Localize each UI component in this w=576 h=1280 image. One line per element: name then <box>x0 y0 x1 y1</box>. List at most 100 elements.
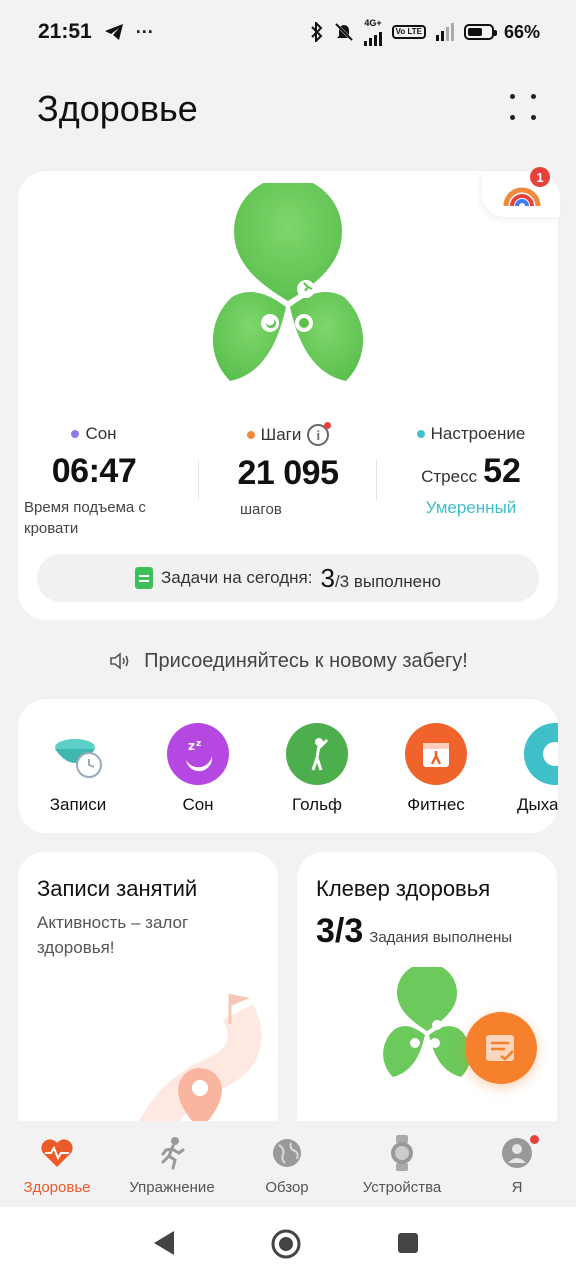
activity-records-card[interactable]: Записи занятий Активность – залог здоров… <box>18 852 278 1142</box>
steps-label: Шаги <box>260 425 302 444</box>
network-type: 4G+ <box>364 17 382 28</box>
records-desc: Активность – залог здоровья! <box>37 913 189 957</box>
nav-label: Упражнение <box>129 1179 215 1196</box>
announcement-text: Присоединяйтесь к новому забегу! <box>144 649 468 672</box>
tasks-prefix: Задачи на сегодня: <box>161 568 313 587</box>
shortcut-label: Записи <box>49 795 107 814</box>
profile-badge <box>530 1135 539 1144</box>
system-nav-bar <box>0 1207 576 1280</box>
notification-badge: 1 <box>530 167 550 187</box>
status-right: 4G+ Vo LTE 66% <box>310 17 540 46</box>
rainbow-badge-button[interactable]: 1 <box>482 167 560 217</box>
stress-value: 52 <box>483 452 521 490</box>
nav-label: Здоровье <box>23 1179 91 1196</box>
nav-me[interactable]: Я <box>462 1133 572 1196</box>
status-bar: 21:51 ··· 4G+ Vo LTE 66% <box>0 0 576 64</box>
speaker-icon <box>110 652 129 670</box>
bluetooth-icon <box>310 22 323 42</box>
shortcut-records[interactable]: Записи <box>28 723 128 815</box>
battery-icon <box>463 24 497 40</box>
golf-icon <box>286 723 348 785</box>
sleep-label: Сон <box>85 424 117 443</box>
route-map-illustration <box>132 994 262 1142</box>
globe-icon <box>232 1133 342 1173</box>
status-time: 21:51 <box>38 20 92 43</box>
runner-icon <box>117 1133 227 1173</box>
mood-dot <box>416 430 425 438</box>
nav-health[interactable]: Здоровье <box>2 1133 112 1196</box>
heart-pulse-icon <box>2 1133 112 1173</box>
shortcuts-row: Записи zz Сон Гольф Фитнес Дыха <box>18 699 558 833</box>
header: Здоровье <box>0 80 576 140</box>
nav-discover[interactable]: Обзор <box>232 1133 342 1196</box>
steps-dot <box>246 431 255 439</box>
signal-bars-icon <box>363 28 382 46</box>
divider <box>198 460 199 500</box>
nav-label: Устройства <box>362 1179 442 1196</box>
home-icon[interactable] <box>270 1228 302 1260</box>
nav-devices[interactable]: Устройства <box>347 1133 457 1196</box>
stress-prefix: Стресс <box>421 467 478 486</box>
bottom-nav: Здоровье Упражнение Обзор Устройства Я <box>0 1121 576 1207</box>
watch-icon <box>347 1133 457 1173</box>
info-icon[interactable]: i <box>307 422 332 446</box>
shortcut-label: Сон <box>182 795 214 814</box>
stress-level: Умеренный <box>425 498 517 517</box>
tasks-suffix: /3 выполнено <box>334 571 441 591</box>
shortcut-label: Фитнес <box>407 795 465 814</box>
report-fab-button[interactable] <box>465 1012 537 1084</box>
document-icon <box>135 567 153 589</box>
sleep-value: 06:47 <box>51 452 137 490</box>
metrics-row: Сон 06:47 Время подъема с кровати Шаги i … <box>18 422 558 537</box>
sleep-sub: Время подъема с кровати <box>24 499 146 537</box>
health-clover-card[interactable]: Клевер здоровья 3/3 Задания выполнены <box>297 852 557 1142</box>
battery-percent: 66% <box>503 21 540 42</box>
shortcut-golf[interactable]: Гольф <box>267 723 367 815</box>
announcement-banner[interactable]: Присоединяйтесь к новому забегу! <box>0 646 576 676</box>
page-title: Здоровье <box>37 88 198 129</box>
clover-title: Клевер здоровья <box>316 876 491 901</box>
tasks-done: 3 <box>320 562 335 593</box>
metric-mood[interactable]: Настроение Стресс 52 Умеренный <box>396 424 546 518</box>
status-left: 21:51 ··· <box>38 20 154 44</box>
telegram-icon <box>104 24 123 40</box>
shortcut-fitness[interactable]: Фитнес <box>386 723 486 815</box>
clover-count: 3/3 <box>316 912 364 950</box>
fitness-calendar-icon <box>405 723 467 785</box>
nav-label: Я <box>511 1179 523 1196</box>
nav-label: Обзор <box>265 1179 309 1196</box>
signal-4g: 4G+ <box>363 17 382 46</box>
clover-leaf-mood <box>290 292 364 381</box>
smile-small-icon <box>299 318 309 328</box>
back-icon[interactable] <box>150 1228 178 1258</box>
more-notifications-icon: ··· <box>135 21 154 42</box>
records-title: Записи занятий <box>37 876 198 901</box>
svg-text:z: z <box>196 739 201 749</box>
svg-text:z: z <box>188 739 195 753</box>
clover-leaf-steps <box>234 183 342 301</box>
nav-exercise[interactable]: Упражнение <box>117 1133 227 1196</box>
breath-icon <box>524 723 558 785</box>
moon-sleep-icon: zz <box>167 723 229 785</box>
recents-icon[interactable] <box>396 1231 420 1255</box>
menu-dots-icon[interactable] <box>510 94 538 122</box>
report-doc-icon <box>486 1035 514 1061</box>
clover-leaf-sleep <box>212 292 286 381</box>
shortcut-label: Дыха <box>517 795 558 814</box>
mood-label: Настроение <box>430 424 526 443</box>
bowl-clock-icon <box>47 723 109 785</box>
health-clover-graphic[interactable] <box>168 183 408 403</box>
today-tasks-bar[interactable]: Задачи на сегодня: 3/3 выполнено <box>37 554 539 602</box>
signal-bars-2-icon <box>435 23 454 41</box>
metric-sleep[interactable]: Сон 06:47 Время подъема с кровати <box>24 424 194 539</box>
sleep-dot <box>71 430 80 438</box>
volte-icon: Vo LTE <box>391 25 426 39</box>
steps-sub: шагов <box>240 501 282 518</box>
metric-steps[interactable]: Шаги i 21 095 шагов <box>218 422 378 520</box>
shortcut-sleep[interactable]: zz Сон <box>148 723 248 815</box>
shortcut-breath[interactable]: Дыха <box>505 723 558 815</box>
health-summary-card[interactable]: 1 Сон 06:47 Время подъема с кровати Шаги… <box>18 167 560 620</box>
profile-icon <box>462 1133 572 1173</box>
steps-value: 21 095 <box>237 454 340 492</box>
mute-bell-icon <box>334 22 353 42</box>
